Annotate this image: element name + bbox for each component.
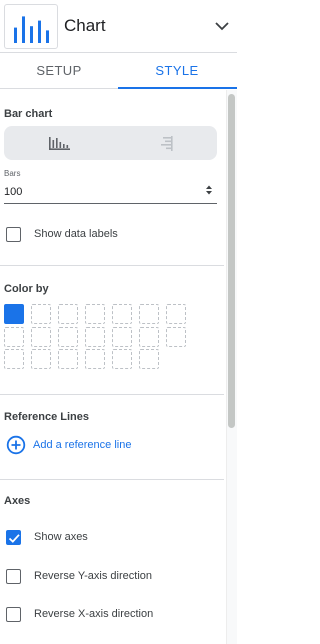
section-title-axes: Axes: [4, 495, 31, 507]
color-swatch-empty[interactable]: [31, 349, 51, 369]
thumbnail-bar: [14, 27, 17, 43]
color-swatch-empty[interactable]: [85, 349, 105, 369]
section-divider: [0, 479, 224, 480]
chart-header: Chart: [0, 0, 237, 53]
reverse-y-axis-row[interactable]: Reverse Y-axis direction: [6, 569, 206, 585]
tab-style[interactable]: STYLE: [118, 53, 236, 89]
add-reference-line-button[interactable]: Add a reference line: [6, 435, 186, 455]
color-swatch-empty[interactable]: [58, 304, 78, 324]
reverse-x-axis-row[interactable]: Reverse X-axis direction: [6, 607, 206, 623]
add-reference-line-label: Add a reference line: [33, 439, 132, 451]
vertical-bars-icon: [49, 137, 70, 150]
show-data-labels-checkbox[interactable]: [6, 227, 21, 242]
show-data-labels-row[interactable]: Show data labels: [6, 227, 206, 243]
color-swatch-empty[interactable]: [112, 326, 132, 347]
show-data-labels-label: Show data labels: [34, 228, 118, 240]
chart-title: Chart: [64, 16, 106, 35]
section-divider: [0, 265, 224, 266]
color-swatch-empty[interactable]: [31, 326, 51, 347]
reverse-x-axis-checkbox[interactable]: [6, 607, 21, 622]
show-axes-row[interactable]: Show axes: [6, 530, 206, 546]
color-swatch-empty[interactable]: [139, 349, 159, 369]
show-axes-checkbox[interactable]: [6, 530, 21, 545]
color-swatch-selected[interactable]: [4, 304, 24, 324]
chart-type-thumbnail[interactable]: [4, 4, 58, 49]
color-swatch-empty[interactable]: [85, 326, 105, 347]
section-title-reference-lines: Reference Lines: [4, 411, 89, 423]
section-title-bar-chart: Bar chart: [4, 108, 53, 120]
color-swatch-empty[interactable]: [112, 304, 132, 324]
tab-setup[interactable]: SETUP: [0, 53, 118, 89]
chevron-down-icon[interactable]: [213, 17, 231, 35]
scrollbar-thumb[interactable]: [228, 94, 235, 428]
bar-chart-icon: [14, 16, 49, 43]
color-swatch-empty[interactable]: [31, 304, 51, 324]
thumbnail-bar: [38, 20, 41, 43]
color-swatch-empty[interactable]: [112, 349, 132, 369]
checkmark-icon: [8, 534, 20, 543]
thumbnail-bar: [22, 16, 25, 43]
show-axes-label: Show axes: [34, 531, 88, 543]
orientation-toggle: [4, 126, 217, 160]
color-swatch-empty[interactable]: [4, 349, 24, 369]
reverse-y-axis-label: Reverse Y-axis direction: [34, 570, 153, 582]
reverse-x-axis-label: Reverse X-axis direction: [34, 608, 154, 620]
vertical-bars-button[interactable]: [4, 126, 110, 160]
horizontal-bars-icon: [161, 136, 173, 151]
color-swatch-empty[interactable]: [139, 326, 159, 347]
add-circle-icon: [6, 435, 26, 455]
number-stepper-icon[interactable]: [204, 184, 214, 196]
color-swatch-empty[interactable]: [58, 326, 78, 347]
color-swatch-empty[interactable]: [85, 304, 105, 324]
reverse-y-axis-checkbox[interactable]: [6, 569, 21, 584]
color-swatch-empty[interactable]: [166, 326, 186, 347]
color-swatch-empty[interactable]: [4, 326, 24, 347]
section-divider: [0, 394, 224, 395]
thumbnail-bar: [30, 26, 33, 43]
thumbnail-bar: [46, 30, 49, 43]
color-swatch-empty[interactable]: [58, 349, 78, 369]
section-title-color-by: Color by: [4, 283, 49, 295]
bars-input[interactable]: [4, 180, 217, 204]
color-swatch-empty[interactable]: [166, 304, 186, 324]
active-tab-indicator: [118, 87, 237, 89]
color-swatch-empty[interactable]: [139, 304, 159, 324]
bars-field-label: Bars: [4, 169, 21, 178]
tab-bar: SETUP STYLE: [0, 53, 237, 89]
horizontal-bars-button[interactable]: [111, 126, 217, 160]
